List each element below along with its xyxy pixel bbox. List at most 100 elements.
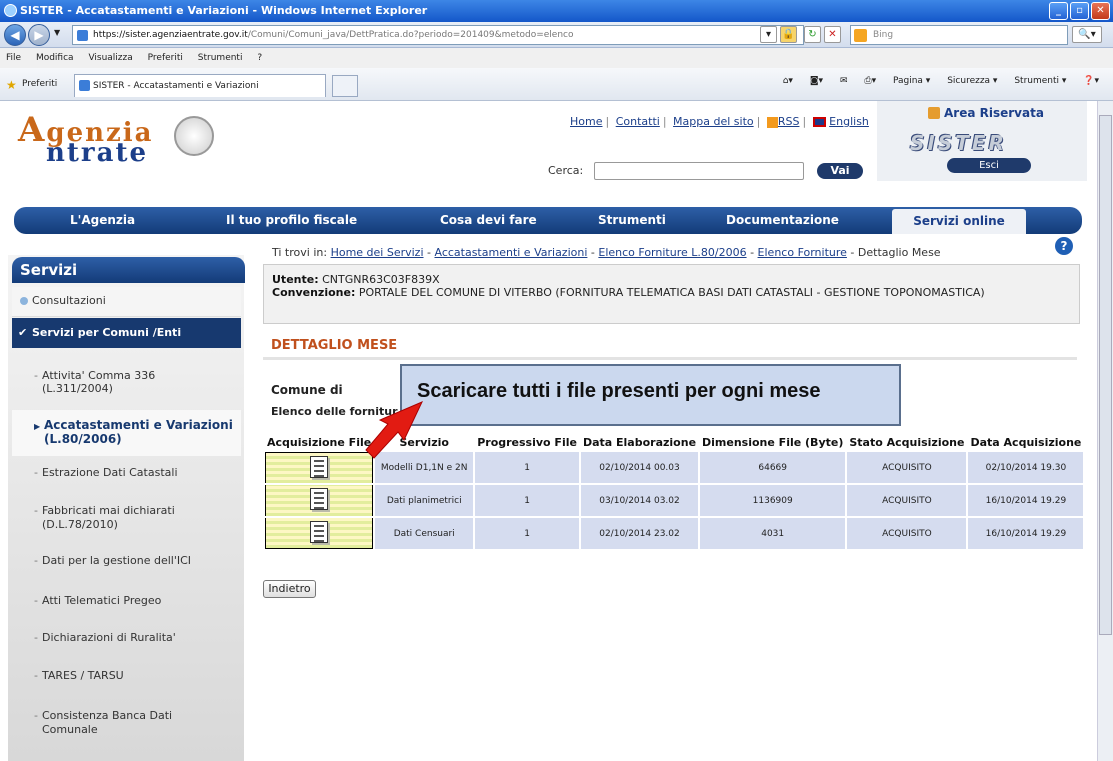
star-icon: ★ xyxy=(6,78,17,92)
nav-profilo[interactable]: Il tuo profilo fiscale xyxy=(226,213,357,227)
rss-icon xyxy=(766,116,778,128)
help-icon[interactable]: ❓▾ xyxy=(1083,76,1099,86)
link-contatti[interactable]: Contatti xyxy=(616,115,660,128)
sidebar-item-comuni[interactable]: ✔ Servizi per Comuni /Enti xyxy=(12,318,241,348)
sidebar-item-ruralita[interactable]: - Dichiarazioni di Ruralita' xyxy=(12,631,241,644)
url-dropdown-icon[interactable]: ▾ xyxy=(760,26,777,43)
help-icon[interactable]: ? xyxy=(1055,237,1073,255)
refresh-icon[interactable]: ↻ xyxy=(804,26,821,43)
forward-nav-button[interactable]: ▶ xyxy=(28,24,50,46)
sidebar-item-tares[interactable]: - TARES / TARSU xyxy=(12,669,241,682)
nav-agenzia[interactable]: L'Agenzia xyxy=(70,213,135,227)
lock-icon[interactable]: 🔒 xyxy=(780,26,797,43)
cell-dimensione: 64669 xyxy=(700,452,846,483)
vertical-scrollbar[interactable] xyxy=(1097,101,1113,761)
scrollbar-thumb[interactable] xyxy=(1099,115,1112,635)
menu-file[interactable]: File xyxy=(6,53,21,63)
cmd-pagina[interactable]: Pagina ▾ xyxy=(893,76,930,86)
favorites-button[interactable]: Preferiti xyxy=(22,79,57,89)
breadcrumb: Ti trovi in: Home dei Servizi - Accatast… xyxy=(272,246,941,259)
crumb-elenco-forniture[interactable]: Elenco Forniture xyxy=(758,246,847,259)
cmd-sicurezza[interactable]: Sicurezza ▾ xyxy=(947,76,997,86)
link-home[interactable]: Home xyxy=(570,115,602,128)
sidebar-item-fabbricati[interactable]: - Fabbricati mai dichiarati (D.L.78/2010) xyxy=(12,504,202,532)
area-riservata-title: Area Riservata xyxy=(944,106,1044,120)
table-row: Dati planimetrici 1 03/10/2014 03.02 113… xyxy=(265,485,1084,516)
main-nav: L'Agenzia Il tuo profilo fiscale Cosa de… xyxy=(14,207,1082,234)
cell-dimensione: 1136909 xyxy=(700,485,846,516)
sidebar-item-consistenza[interactable]: - Consistenza Banca Dati Comunale xyxy=(12,709,192,737)
crumb-elenco-forniture-l80[interactable]: Elenco Forniture L.80/2006 xyxy=(598,246,746,259)
address-bar: ◀ ▶ ▼ https://sister.agenziaentrate.gov.… xyxy=(0,22,1113,48)
sidebar-item-ici[interactable]: - Dati per la gestione dell'ICI xyxy=(12,554,241,567)
url-input[interactable]: https://sister.agenziaentrate.gov.it/Com… xyxy=(72,25,804,45)
link-rss[interactable]: RSS xyxy=(778,115,800,128)
menu-help[interactable]: ? xyxy=(257,53,262,63)
file-download-icon[interactable] xyxy=(310,520,329,543)
sidebar-title: Servizi xyxy=(12,257,245,283)
mail-icon[interactable]: ✉ xyxy=(840,76,848,86)
download-cell[interactable] xyxy=(265,518,374,549)
menu-preferiti[interactable]: Preferiti xyxy=(148,53,183,63)
top-links: Home | Contatti | Mappa del sito | RSS | Eng… xyxy=(570,115,869,128)
sidebar-item-pregeo[interactable]: - Atti Telematici Pregeo xyxy=(12,594,241,607)
cell-data-acquisizione: 02/10/2014 19.30 xyxy=(968,452,1084,483)
sister-logo: SISTER xyxy=(910,131,1007,155)
crumb-current: Dettaglio Mese xyxy=(857,246,941,259)
feeds-icon[interactable]: ◙▾ xyxy=(810,76,823,86)
convenzione-label: Convenzione: xyxy=(272,286,356,299)
back-nav-button[interactable]: ◀ xyxy=(4,24,26,46)
window-titlebar: SISTER - Accatastamenti e Variazioni - W… xyxy=(0,0,1113,22)
link-mappa[interactable]: Mappa del sito xyxy=(673,115,754,128)
cell-stato: ACQUISITO xyxy=(847,452,967,483)
col-stato: Stato Acquisizione xyxy=(849,435,965,449)
sidebar-item-accatastamenti[interactable]: ▶ Accatastamenti e Variazioni (L.80/2006) xyxy=(12,410,241,456)
col-data-elaborazione: Data Elaborazione xyxy=(582,435,697,449)
menu-bar: File Modifica Visualizza Preferiti Strum… xyxy=(0,48,1113,68)
cell-stato: ACQUISITO xyxy=(847,485,967,516)
file-download-icon[interactable] xyxy=(310,488,329,510)
close-button[interactable]: ✕ xyxy=(1091,2,1110,20)
logo-entrate[interactable]: ntrate xyxy=(46,138,148,168)
link-english[interactable]: English xyxy=(829,115,869,128)
maximize-button[interactable]: ▫ xyxy=(1070,2,1089,20)
search-go-icon[interactable]: 🔍▾ xyxy=(1072,26,1102,43)
red-arrow-icon xyxy=(365,401,424,459)
browser-tab[interactable]: SISTER - Accatastamenti e Variazioni xyxy=(74,74,326,97)
site-search-input[interactable] xyxy=(594,162,804,180)
new-tab-button[interactable] xyxy=(332,75,358,97)
nav-servizi-online[interactable]: Servizi online xyxy=(892,209,1026,234)
browser-search-input[interactable]: Bing xyxy=(850,25,1068,45)
stop-icon[interactable]: ✕ xyxy=(824,26,841,43)
nav-documentazione[interactable]: Documentazione xyxy=(726,213,839,227)
crumb-home-servizi[interactable]: Home dei Servizi xyxy=(331,246,424,259)
utente-label: Utente: xyxy=(272,273,319,286)
back-button[interactable]: Indietro xyxy=(263,580,316,598)
search-placeholder: Bing xyxy=(873,30,894,40)
lock-icon xyxy=(928,107,940,119)
download-cell[interactable] xyxy=(265,485,374,516)
menu-visualizza[interactable]: Visualizza xyxy=(88,53,132,63)
minimize-button[interactable]: _ xyxy=(1049,2,1068,20)
nav-strumenti[interactable]: Strumenti xyxy=(598,213,666,227)
history-dropdown-icon[interactable]: ▼ xyxy=(54,28,60,37)
sidebar-item-consultazioni[interactable]: Consultazioni xyxy=(12,287,241,317)
menu-strumenti[interactable]: Strumenti xyxy=(198,53,243,63)
logout-button[interactable]: Esci xyxy=(947,158,1031,173)
menu-modifica[interactable]: Modifica xyxy=(36,53,74,63)
print-icon[interactable]: ⎙▾ xyxy=(864,76,876,86)
home-icon[interactable]: ⌂▾ xyxy=(783,76,793,86)
col-progressivo: Progressivo File xyxy=(477,435,577,449)
nav-cosa-fare[interactable]: Cosa devi fare xyxy=(440,213,537,227)
sidebar-item-estrazione[interactable]: - Estrazione Dati Catastali xyxy=(12,466,241,482)
cmd-strumenti[interactable]: Strumenti ▾ xyxy=(1014,76,1066,86)
table-row: Dati Censuari 1 02/10/2014 23.02 4031 AC… xyxy=(265,518,1084,549)
file-download-icon[interactable] xyxy=(310,455,329,478)
page-icon xyxy=(77,30,88,41)
window-title: SISTER - Accatastamenti e Variazioni - W… xyxy=(20,4,428,17)
cell-data-elaborazione: 02/10/2014 23.02 xyxy=(580,518,699,549)
favorites-bar: ★ Preferiti SISTER - Accatastamenti e Va… xyxy=(0,68,1113,101)
search-go-button[interactable]: Vai xyxy=(817,163,863,179)
crumb-accatastamenti[interactable]: Accatastamenti e Variazioni xyxy=(434,246,587,259)
sidebar-item-comma336[interactable]: - Attivita' Comma 336 (L.311/2004) xyxy=(12,369,182,399)
